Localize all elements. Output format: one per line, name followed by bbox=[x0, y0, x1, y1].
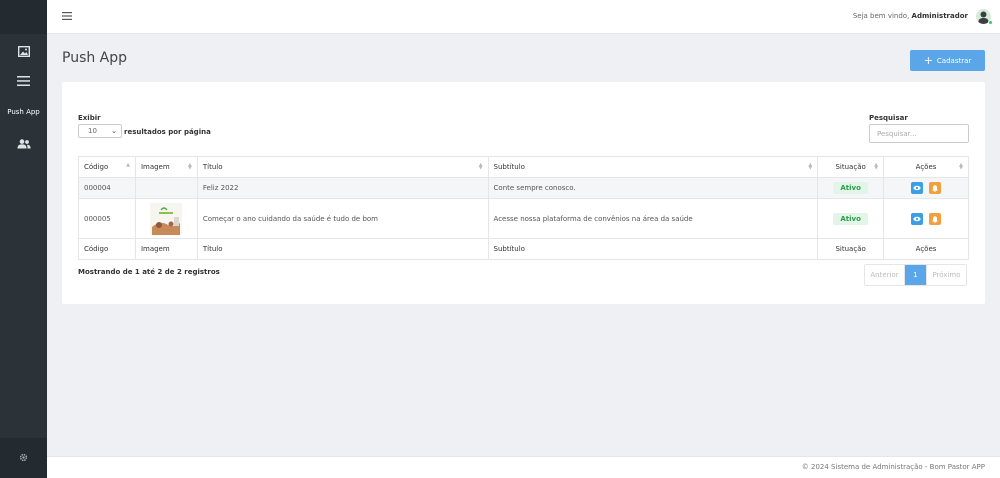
column-header-imagem[interactable]: Imagem ▲ ▼ bbox=[134, 156, 198, 178]
search-input[interactable]: Pesquisar... bbox=[869, 124, 969, 143]
sort-icon: ▲ ▼ bbox=[478, 162, 483, 171]
chevron-down-icon: ⌄ bbox=[111, 127, 117, 135]
page-length-select[interactable]: 10 ⌄ bbox=[78, 124, 122, 138]
page-title: Push App bbox=[62, 50, 128, 66]
welcome-user: Administrador bbox=[911, 12, 968, 20]
length-suffix: resultados por página bbox=[124, 128, 211, 136]
add-button-label: Cadastrar bbox=[936, 56, 972, 65]
users-icon[interactable] bbox=[0, 138, 47, 150]
cell-codigo: 000004 bbox=[78, 177, 136, 199]
eye-icon bbox=[913, 216, 921, 221]
cell-imagem bbox=[134, 177, 198, 199]
sidebar-footer bbox=[0, 438, 47, 478]
push-table: Código ▲ Imagem ▲ ▼ Título ▲ ▼ Subtítulo ▲ ▼ Si… bbox=[78, 156, 969, 260]
cell-titulo: Começar o ano cuidando da saúde é tudo d… bbox=[196, 198, 489, 239]
cell-situacao: Ativo bbox=[817, 177, 885, 199]
menu-icon[interactable] bbox=[0, 74, 47, 88]
pagination-page-1[interactable]: 1 bbox=[905, 265, 926, 285]
pagination: Anterior 1 Próximo bbox=[864, 264, 967, 286]
column-header-acoes[interactable]: Ações ▲ ▼ bbox=[883, 156, 969, 178]
online-status-dot bbox=[988, 20, 993, 25]
bell-icon bbox=[932, 215, 938, 223]
length-label: Exibir bbox=[78, 114, 101, 122]
sidebar: Push App bbox=[0, 0, 47, 478]
add-button[interactable]: + Cadastrar bbox=[910, 50, 985, 71]
footer-titulo: Título bbox=[196, 238, 489, 260]
column-header-codigo[interactable]: Código ▲ bbox=[78, 156, 136, 178]
notify-button[interactable] bbox=[929, 212, 942, 225]
column-header-subtitulo[interactable]: Subtítulo ▲ ▼ bbox=[487, 156, 819, 178]
view-button[interactable] bbox=[910, 212, 923, 225]
cell-situacao: Ativo bbox=[817, 198, 885, 239]
footer-text: © 2024 Sistema de Administração - Bom Pa… bbox=[801, 463, 985, 471]
pagination-prev[interactable]: Anterior bbox=[865, 265, 905, 285]
top-bar: Seja bem vindo, Administrador bbox=[47, 0, 1000, 34]
cell-codigo: 000005 bbox=[78, 198, 136, 239]
footer-acoes: Ações bbox=[883, 238, 969, 260]
eye-icon bbox=[913, 185, 921, 191]
sort-icon: ▲ ▼ bbox=[188, 162, 192, 171]
table-info: Mostrando de 1 até 2 de 2 registros bbox=[78, 268, 220, 276]
row-thumbnail[interactable] bbox=[150, 202, 183, 235]
sidebar-header bbox=[0, 0, 47, 34]
image-icon[interactable] bbox=[0, 44, 47, 58]
status-badge: Ativo bbox=[833, 182, 868, 194]
content-card: Exibir 10 ⌄ resultados por página Pesqui… bbox=[62, 82, 985, 304]
cell-acoes bbox=[883, 177, 969, 199]
welcome-text: Seja bem vindo, Administrador bbox=[853, 12, 968, 20]
table-footer-row: Código Imagem Título Subtítulo Situação … bbox=[78, 238, 969, 260]
cell-imagem bbox=[134, 198, 198, 239]
status-badge: Ativo bbox=[833, 212, 868, 225]
cell-acoes bbox=[883, 198, 969, 239]
plus-icon: + bbox=[923, 54, 933, 67]
cell-subtitulo: Acesse nossa plataforma de convênios na … bbox=[487, 198, 819, 239]
page-length-value: 10 bbox=[88, 127, 97, 135]
notify-button[interactable] bbox=[929, 182, 942, 194]
gear-icon[interactable] bbox=[0, 452, 47, 462]
sort-asc-icon: ▲ bbox=[126, 162, 130, 168]
sidebar-item-push-app[interactable]: Push App bbox=[0, 108, 47, 116]
sort-icon: ▲ ▼ bbox=[959, 162, 963, 171]
bell-icon bbox=[932, 185, 938, 192]
footer-imagem: Imagem bbox=[134, 238, 198, 260]
cell-subtitulo: Conte sempre conosco. bbox=[487, 177, 819, 199]
pagination-next[interactable]: Próximo bbox=[926, 265, 966, 285]
hamburger-icon[interactable] bbox=[62, 12, 72, 22]
table-row: 000005 Começar o ano cuidando da saúde é… bbox=[78, 198, 969, 239]
search-label: Pesquisar bbox=[869, 114, 908, 122]
sort-icon: ▲ ▼ bbox=[808, 162, 813, 171]
footer-subtitulo: Subtítulo bbox=[487, 238, 819, 260]
view-button[interactable] bbox=[910, 182, 923, 194]
footer-codigo: Código bbox=[78, 238, 136, 260]
sort-icon: ▲ ▼ bbox=[874, 162, 879, 171]
search-placeholder: Pesquisar... bbox=[877, 129, 917, 138]
footer: © 2024 Sistema de Administração - Bom Pa… bbox=[47, 456, 1000, 478]
cell-titulo: Feliz 2022 bbox=[196, 177, 489, 199]
column-header-situacao[interactable]: Situação ▲ ▼ bbox=[817, 156, 885, 178]
table-row: 000004 Feliz 2022 Conte sempre conosco. … bbox=[78, 177, 969, 199]
table-header-row: Código ▲ Imagem ▲ ▼ Título ▲ ▼ Subtítulo ▲ ▼ Si… bbox=[78, 156, 969, 178]
welcome-prefix: Seja bem vindo, bbox=[852, 12, 910, 20]
column-header-titulo[interactable]: Título ▲ ▼ bbox=[196, 156, 489, 178]
footer-situacao: Situação bbox=[817, 238, 885, 260]
